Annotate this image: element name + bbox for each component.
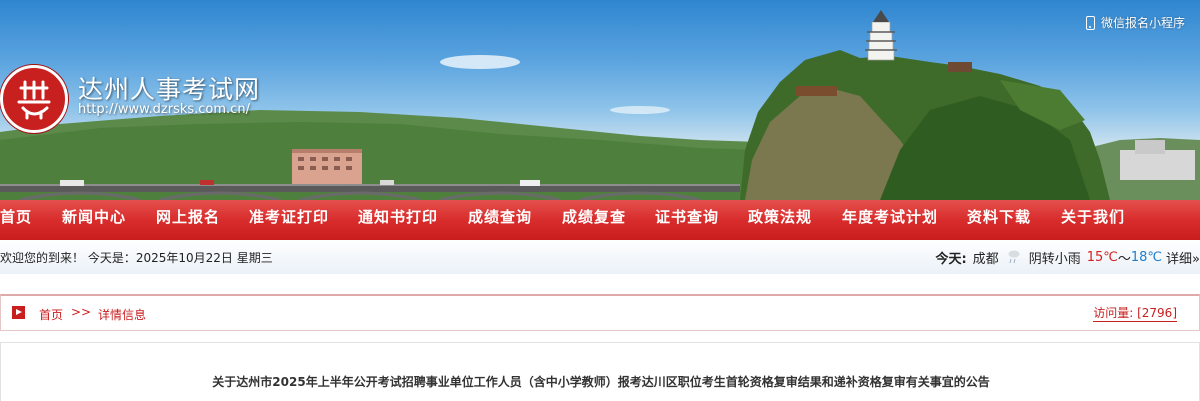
nav-item-home[interactable]: 首页 — [0, 200, 32, 240]
nav-item-online-register[interactable]: 网上报名 — [156, 200, 220, 240]
header-banner: 达州人事考试网 http://www.dzrsks.com.cn/ 微信报名小程… — [0, 0, 1200, 200]
nav-item-notice-print[interactable]: 通知书打印 — [358, 200, 438, 240]
nav-item-annual-plan[interactable]: 年度考试计划 — [842, 200, 938, 240]
welcome-text: 欢迎您的到来！ 今天是：2025年10月22日 星期三 — [0, 251, 273, 265]
site-title[interactable]: 达州人事考试网 — [78, 70, 260, 106]
weather-description: 阴转小雨 — [1028, 251, 1081, 267]
nav-item-downloads[interactable]: 资料下载 — [967, 200, 1031, 240]
site-url[interactable]: http://www.dzrsks.com.cn/ — [78, 102, 250, 117]
visit-counter: 访问量: [2796] — [1093, 306, 1177, 322]
weather-high-temp: 18℃ — [1130, 249, 1163, 265]
wechat-miniprogram-link[interactable]: 微信报名小程序 — [1086, 14, 1185, 31]
light-rain-icon — [1008, 250, 1020, 264]
site-logo[interactable] — [0, 65, 68, 133]
article-panel: 关于达州市2025年上半年公开考试招聘事业单位工作人员（含中小学教师）报考达川区… — [0, 342, 1200, 401]
nav-item-about[interactable]: 关于我们 — [1061, 200, 1125, 240]
welcome-bar: 欢迎您的到来！ 今天是：2025年10月22日 星期三 今天: 成都 阴转小雨 … — [0, 240, 1200, 274]
nav-item-policy[interactable]: 政策法规 — [748, 200, 812, 240]
weather-low-temp: 15℃ — [1086, 249, 1118, 265]
weather-range-separator: ～ — [1117, 251, 1131, 267]
breadcrumb-separator: >> — [71, 305, 92, 319]
nav-item-score-review[interactable]: 成绩复查 — [562, 200, 626, 240]
wechat-miniprogram-label: 微信报名小程序 — [1101, 16, 1186, 30]
weather-city: 成都 — [972, 251, 999, 267]
nav-item-score-query[interactable]: 成绩查询 — [468, 200, 532, 240]
main-nav: 首页 新闻中心 网上报名 准考证打印 通知书打印 成绩查询 成绩复查 证书查询 … — [0, 200, 1200, 240]
breadcrumb-home-link[interactable]: 首页 — [39, 306, 63, 323]
logo-emblem-icon — [17, 80, 51, 120]
breadcrumb-current: 详情信息 — [98, 308, 147, 322]
phone-icon — [1086, 15, 1095, 30]
weather-today-label: 今天: — [935, 251, 967, 267]
article-title: 关于达州市2025年上半年公开考试招聘事业单位工作人员（含中小学教师）报考达川区… — [212, 375, 990, 389]
breadcrumb: 首页 >> 详情信息 访问量: [2796] — [0, 294, 1200, 331]
weather-widget: 今天: 成都 阴转小雨 15℃ ～ 18℃ 详细» — [935, 247, 1200, 267]
nav-item-admission-ticket[interactable]: 准考证打印 — [249, 200, 329, 240]
weather-detail-link[interactable]: 详细» — [1166, 248, 1200, 267]
play-arrow-icon — [12, 306, 25, 319]
nav-item-certificate[interactable]: 证书查询 — [655, 200, 719, 240]
nav-item-news[interactable]: 新闻中心 — [62, 200, 126, 240]
